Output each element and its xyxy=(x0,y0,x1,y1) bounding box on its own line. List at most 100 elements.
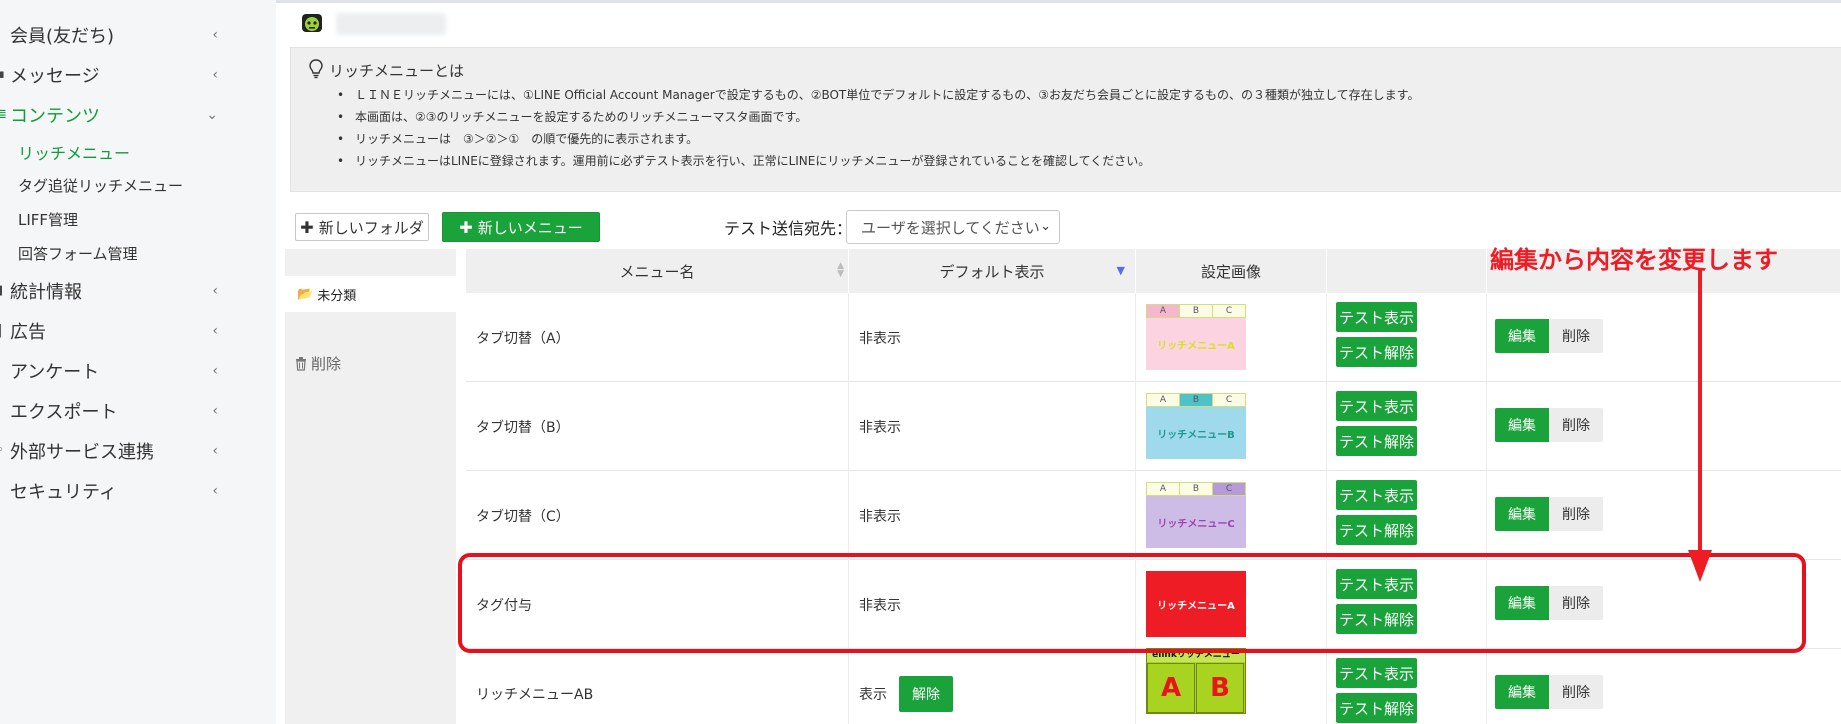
chevron-left-icon: ‹ xyxy=(212,323,218,339)
test-release-button[interactable]: テスト解除 xyxy=(1336,426,1417,456)
test-show-button[interactable]: テスト表示 xyxy=(1336,302,1417,332)
test-release-button[interactable]: テスト解除 xyxy=(1336,337,1417,367)
default-display-value: 表示 xyxy=(859,686,887,703)
rich-menu-thumbnail: A B C リッチメニューC xyxy=(1146,482,1246,548)
nav-icon: ‖ xyxy=(0,324,6,338)
delete-button[interactable]: 削除 xyxy=(1549,319,1603,353)
plus-icon: ✚ xyxy=(459,217,473,237)
new-menu-button[interactable]: ✚ 新しいメニュー xyxy=(442,212,600,242)
sidebar-item-label: メッセージ xyxy=(10,66,100,87)
thumbnail-tab: A xyxy=(1147,483,1180,495)
thumbnail-body: リッチメニューC xyxy=(1146,496,1246,548)
thumbnail-cell: B xyxy=(1196,663,1244,713)
default-display-value: 非表示 xyxy=(859,330,901,347)
chevron-left-icon: ‹ xyxy=(212,67,218,83)
test-destination-label: テスト送信宛先： xyxy=(724,219,853,238)
new-folder-button[interactable]: ✚ 新しいフォルダ xyxy=(295,213,429,241)
folder-panel: 📂 未分類 削除 xyxy=(285,249,456,724)
info-line: 本画面は、②③のリッチメニューを設定するためのリッチメニューマスタ画面です。 xyxy=(337,106,1419,128)
thumbnail-cell: A xyxy=(1147,663,1195,713)
sidebar-item[interactable]: セキュリティ ‹ xyxy=(0,473,222,509)
info-line: リッチメニューは ③＞②＞① の順で優先的に表示されます。 xyxy=(337,128,1419,150)
edit-button[interactable]: 編集 xyxy=(1495,497,1549,531)
sidebar-item-label: 統計情報 xyxy=(10,282,82,303)
nav-icon: ▪ xyxy=(0,68,5,82)
header-default-display[interactable]: デフォルト表示 ▼ xyxy=(849,249,1136,293)
folder-uncategorized[interactable]: 📂 未分類 xyxy=(285,276,456,312)
chevron-left-icon: ‹ xyxy=(212,27,218,43)
header-menu-name[interactable]: メニュー名 ▲ ▼ xyxy=(466,249,849,293)
menu-name: リッチメニューAB xyxy=(476,686,594,703)
rich-menu-thumbnail: A B C リッチメニューB xyxy=(1146,393,1246,459)
edit-button[interactable]: 編集 xyxy=(1495,319,1549,353)
sidebar-item[interactable]: ▮ 統計情報 ‹ xyxy=(0,273,222,309)
thumbnail-body: リッチメニューB xyxy=(1146,407,1246,459)
info-box: リッチメニューとは ＬＩＮＥリッチメニューには、①LINE Official A… xyxy=(290,47,1841,192)
menu-name: タブ切替（C） xyxy=(476,508,570,525)
thumbnail-tab: B xyxy=(1180,394,1213,406)
sidebar-subitem[interactable]: 回答フォーム管理 xyxy=(18,238,138,268)
nav-icon xyxy=(0,28,6,42)
info-list: ＬＩＮＥリッチメニューには、①LINE Official Account Man… xyxy=(337,84,1419,172)
sidebar-item-label: 外部サービス連携 xyxy=(10,442,154,463)
sidebar-item-label: 広告 xyxy=(10,322,46,343)
nav-icon: ≣ xyxy=(0,108,6,122)
info-line: ＬＩＮＥリッチメニューには、①LINE Official Account Man… xyxy=(337,84,1419,106)
arrow-down-icon xyxy=(1688,268,1712,582)
thumbnail-tab: C xyxy=(1225,306,1233,316)
sort-icon: ▲ ▼ xyxy=(837,261,844,279)
sidebar-item-label: コンテンツ xyxy=(10,106,100,127)
sort-desc-icon: ▼ xyxy=(1116,264,1125,277)
test-show-button[interactable]: テスト表示 xyxy=(1336,391,1417,421)
sidebar-item[interactable]: ‖ 広告 ‹ xyxy=(0,313,222,349)
thumbnail-tabs: ABC xyxy=(1146,482,1246,496)
header-test xyxy=(1327,249,1487,293)
thumbnail-tab: A xyxy=(1147,305,1180,317)
test-show-button[interactable]: テスト表示 xyxy=(1336,480,1417,510)
rich-menu-thumbnail: elinkリッチメニュー A B xyxy=(1146,648,1246,714)
folder-open-icon: 📂 xyxy=(297,286,314,302)
thumbnail-tab: B xyxy=(1180,483,1213,495)
sidebar-subitem[interactable]: LIFF管理 xyxy=(18,204,78,234)
nav-icon: ▮ xyxy=(0,284,6,298)
sidebar-item[interactable]: ▪ メッセージ ‹ xyxy=(0,57,222,93)
thumbnail-tabs: ABC xyxy=(1146,304,1246,318)
folder-delete-button[interactable]: 削除 xyxy=(295,353,341,374)
thumbnail-tab: A xyxy=(1147,394,1180,406)
edit-button[interactable]: 編集 xyxy=(1495,408,1549,442)
annotation-text: 編集から内容を変更します xyxy=(1490,246,1778,274)
sidebar-item[interactable]: アンケート ‹ xyxy=(0,353,222,389)
edit-button[interactable]: 編集 xyxy=(1495,675,1549,709)
default-display-value: 非表示 xyxy=(859,419,901,436)
chevron-left-icon: ‹ xyxy=(212,363,218,379)
info-line: リッチメニューはLINEに登録されます。運用前に必ずテスト表示を行い、正常にLI… xyxy=(337,150,1419,172)
thumbnail-tab: C xyxy=(1213,483,1245,495)
chevron-down-icon: ⌄ xyxy=(1040,219,1051,234)
sidebar-item-label: エクスポート xyxy=(10,402,118,423)
sidebar-item-label: 会員(友だち) xyxy=(10,26,115,47)
sidebar-item[interactable]: ◦ 外部サービス連携 ‹ xyxy=(0,433,222,469)
sidebar: 会員(友だち)‹▪メッセージ‹≣コンテンツ⌄▮統計情報‹‖広告‹アンケート‹エク… xyxy=(0,0,240,724)
sidebar-item[interactable]: 会員(友だち) ‹ xyxy=(0,17,222,53)
thumbnail-body: リッチメニューA xyxy=(1146,318,1246,370)
sidebar-subitem[interactable]: タグ追従リッチメニュー xyxy=(18,170,183,200)
delete-button[interactable]: 削除 xyxy=(1549,497,1603,531)
sidebar-subitem[interactable]: リッチメニュー xyxy=(18,137,130,167)
menu-name: タブ切替（A） xyxy=(476,330,570,347)
delete-button[interactable]: 削除 xyxy=(1549,675,1603,709)
bot-avatar-icon xyxy=(302,14,322,32)
sidebar-item[interactable]: エクスポート ‹ xyxy=(0,393,222,429)
user-select[interactable]: ユーザを選択してください ⌄ xyxy=(846,210,1060,244)
test-release-button[interactable]: テスト解除 xyxy=(1336,693,1417,723)
test-show-button[interactable]: テスト表示 xyxy=(1336,658,1417,688)
sidebar-item[interactable]: ≣ コンテンツ ⌄ xyxy=(0,97,222,133)
table-row: タブ切替（C） 非表示 A B C リッチメニューC テスト表示 テスト解除 編集 削除 xyxy=(466,471,1841,560)
account-name-blurred xyxy=(336,13,446,35)
lightbulb-icon xyxy=(309,59,323,79)
sidebar-item-label: セキュリティ xyxy=(10,482,117,503)
test-release-button[interactable]: テスト解除 xyxy=(1336,515,1417,545)
release-button[interactable]: 解除 xyxy=(899,676,953,712)
table-row: タブ切替（B） 非表示 A B C リッチメニューB テスト表示 テスト解除 編集 削除 xyxy=(466,382,1841,471)
thumbnail-tab: C xyxy=(1225,395,1233,405)
delete-button[interactable]: 削除 xyxy=(1549,408,1603,442)
